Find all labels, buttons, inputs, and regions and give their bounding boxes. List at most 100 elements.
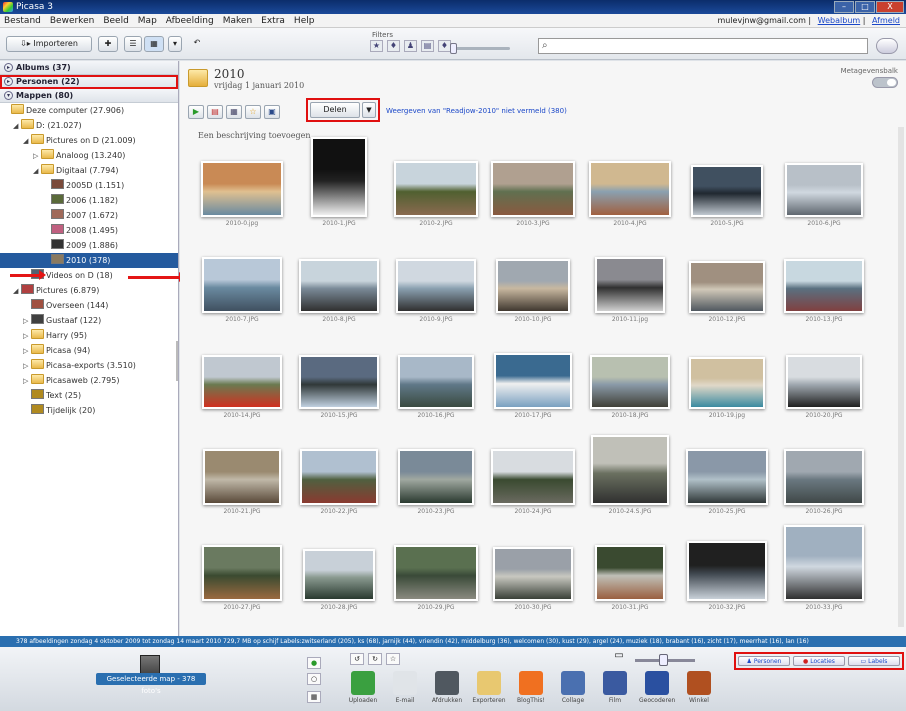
tree-item[interactable]: Tijdelijk (20) xyxy=(0,403,178,418)
tree-item[interactable]: Overseen (144) xyxy=(0,298,178,313)
photo-image[interactable] xyxy=(496,259,570,313)
photo-thumbnail[interactable]: 2010-12.JPG xyxy=(679,243,775,339)
menu-afbeelding[interactable]: Afbeelding xyxy=(166,16,214,26)
photo-image[interactable] xyxy=(784,525,864,601)
movie-icon[interactable]: ▦ xyxy=(226,105,242,119)
photo-image[interactable] xyxy=(590,355,670,409)
photo-thumbnail[interactable]: 2010-24.JPG xyxy=(485,435,581,531)
filter-star-icon[interactable]: ★ xyxy=(370,40,383,52)
photo-image[interactable] xyxy=(203,449,281,505)
tree-expander-icon[interactable]: ◢ xyxy=(23,134,31,149)
photo-thumbnail[interactable]: 2010-9.JPG xyxy=(388,243,484,339)
maximize-button[interactable]: □ xyxy=(855,1,875,13)
photo-image[interactable] xyxy=(493,547,573,601)
photo-image[interactable] xyxy=(591,435,669,505)
add-folder-button[interactable]: ✚ xyxy=(98,36,118,52)
rotate-left-icon[interactable]: ↺ xyxy=(350,653,364,665)
slideshow-play-icon[interactable]: ▶ xyxy=(188,105,204,119)
photo-image[interactable] xyxy=(689,261,765,313)
star-icon[interactable]: ☆ xyxy=(245,105,261,119)
filter-uploaded-icon[interactable]: ♦ xyxy=(387,40,400,52)
photo-thumbnail[interactable]: 2010-5.JPG xyxy=(679,147,775,243)
photo-thumbnail[interactable]: 2010-26.JPG xyxy=(776,435,872,531)
photo-thumbnail[interactable]: 2010-10.JPG xyxy=(485,243,581,339)
photo-thumbnail[interactable]: 2010-19.jpg xyxy=(679,339,775,435)
webalbum-link[interactable]: Webalbum xyxy=(818,16,861,25)
section-albums[interactable]: ▸ Albums (37) xyxy=(0,61,178,75)
menu-extra[interactable]: Extra xyxy=(261,16,285,26)
add-description-field[interactable]: Een beschrijving toevoegen xyxy=(198,131,310,140)
photo-thumbnail[interactable]: 2010-32.JPG xyxy=(679,531,775,627)
tray-tool-geocoderen[interactable]: Geocoderen xyxy=(639,671,675,704)
photo-image[interactable] xyxy=(299,259,379,313)
photo-image[interactable] xyxy=(589,161,671,217)
signout-link[interactable]: Afmeld xyxy=(872,16,900,25)
tree-item[interactable]: ▷ Analoog (13.240) xyxy=(0,148,178,163)
date-filter-slider[interactable] xyxy=(450,43,510,54)
collage-icon[interactable]: ▤ xyxy=(207,105,223,119)
photo-thumbnail[interactable]: 2010-1.JPG xyxy=(291,137,387,243)
photo-thumbnail[interactable]: 2010-27.JPG xyxy=(194,531,290,627)
filter-video-icon[interactable]: ▤ xyxy=(421,40,434,52)
date-filter-slider-thumb[interactable] xyxy=(450,43,457,54)
tree-expander-icon[interactable]: ▷ xyxy=(23,329,31,344)
photo-thumbnail[interactable]: 2010-30.JPG xyxy=(485,531,581,627)
thumbnail-size-slider[interactable] xyxy=(635,654,695,666)
search-input[interactable]: ⌕ xyxy=(538,38,868,54)
share-dropdown-button[interactable]: ▼ xyxy=(362,102,376,118)
tree-item[interactable]: 2006 (1.182) xyxy=(0,193,178,208)
photo-thumbnail[interactable]: 2010-33.JPG xyxy=(776,525,872,627)
tree-item[interactable]: ◢ Pictures (6.879) xyxy=(0,283,178,298)
photo-image[interactable] xyxy=(689,357,765,409)
tree-item[interactable]: ◢ Digitaal (7.794) xyxy=(0,163,178,178)
metadata-bar-toggle[interactable] xyxy=(872,77,898,88)
locations-panel-button[interactable]: ● Locaties xyxy=(793,656,845,666)
tree-item[interactable]: ▷ Picasa-exports (3.510) xyxy=(0,358,178,373)
filter-people-icon[interactable]: ♟ xyxy=(404,40,417,52)
photo-image[interactable] xyxy=(394,545,478,601)
back-button[interactable]: ↶ xyxy=(188,36,206,52)
tray-tool-collage[interactable]: Collage xyxy=(555,671,591,704)
photo-image[interactable] xyxy=(202,545,282,601)
tray-tool-uploaden[interactable]: Uploaden xyxy=(345,671,381,704)
share-button[interactable]: Delen xyxy=(310,102,360,118)
photo-thumbnail[interactable]: 2010-11.jpg xyxy=(582,243,678,339)
thumb-view-button[interactable]: ▦ xyxy=(144,36,164,52)
photo-image[interactable] xyxy=(687,541,767,601)
photo-thumbnail[interactable]: 2010-6.JPG xyxy=(776,147,872,243)
photo-image[interactable] xyxy=(311,137,367,217)
tree-expander-icon[interactable]: ▷ xyxy=(23,344,31,359)
tree-item[interactable]: 2008 (1.495) xyxy=(0,223,178,238)
photo-image[interactable] xyxy=(201,161,283,217)
view-dropdown-button[interactable]: ▾ xyxy=(168,36,182,52)
photo-image[interactable] xyxy=(300,449,378,505)
tree-item[interactable]: ◢ D: (21.027) xyxy=(0,118,178,133)
photo-thumbnail[interactable]: 2010-21.JPG xyxy=(194,435,290,531)
tray-tool-afdrukken[interactable]: Afdrukken xyxy=(429,671,465,704)
labels-panel-button[interactable]: ▭ Labels xyxy=(848,656,900,666)
tree-item[interactable]: ▷ Harry (95) xyxy=(0,328,178,343)
photo-image[interactable] xyxy=(691,165,763,217)
photo-thumbnail[interactable]: 2010-13.JPG xyxy=(776,243,872,339)
tree-item[interactable]: Text (25) xyxy=(0,388,178,403)
photo-image[interactable] xyxy=(396,259,476,313)
tree-item[interactable]: ▷ Picasaweb (2.795) xyxy=(0,373,178,388)
tree-expander-icon[interactable]: ◢ xyxy=(13,119,21,134)
tree-item[interactable]: 2009 (1.886) xyxy=(0,238,178,253)
list-view-button[interactable]: ☰ xyxy=(124,36,142,52)
tree-item[interactable]: 2005D (1.151) xyxy=(0,178,178,193)
people-panel-button[interactable]: ♟ Personen xyxy=(738,656,790,666)
photo-thumbnail[interactable]: 2010-16.JPG xyxy=(388,339,484,435)
tree-item[interactable]: ▷ Gustaaf (122) xyxy=(0,313,178,328)
menu-beeld[interactable]: Beeld xyxy=(103,16,128,26)
photo-image[interactable] xyxy=(595,545,665,601)
tray-tool-exporteren[interactable]: Exporteren xyxy=(471,671,507,704)
photo-image[interactable] xyxy=(784,259,864,313)
tree-item-selected[interactable]: 2010 (378) xyxy=(0,253,178,268)
photo-thumbnail[interactable]: 2010-14.JPG xyxy=(194,339,290,435)
photo-thumbnail[interactable]: 2010-25.JPG xyxy=(679,435,775,531)
photo-thumbnail[interactable]: 2010-24.S.JPG xyxy=(582,435,678,531)
tree-expander-icon[interactable]: ▷ xyxy=(33,149,41,164)
save-icon[interactable]: ▣ xyxy=(264,105,280,119)
photo-image[interactable] xyxy=(394,161,478,217)
